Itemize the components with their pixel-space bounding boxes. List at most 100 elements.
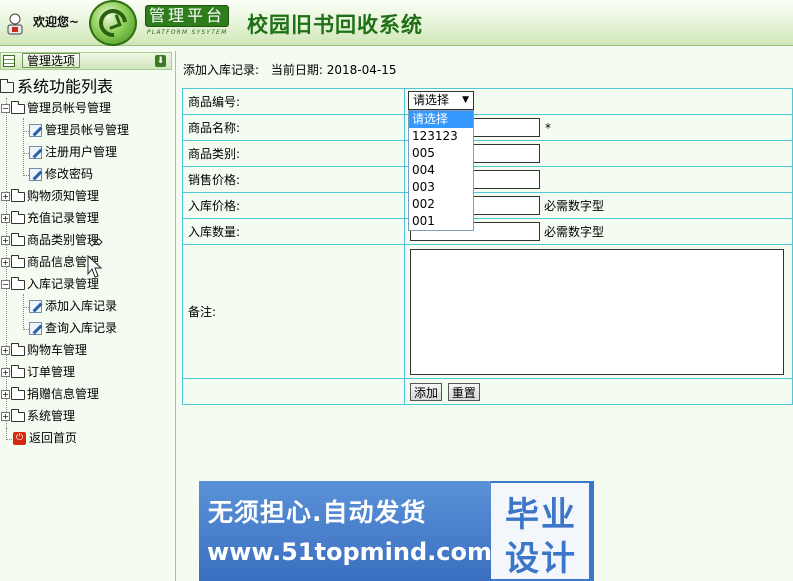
folder-icon: [11, 232, 25, 246]
tree-guide-line: [23, 294, 24, 328]
dropdown-option[interactable]: 003: [409, 179, 473, 196]
quantity-label: 入库数量:: [182, 218, 405, 245]
sidebar-item-system[interactable]: + 系统管理: [1, 406, 75, 426]
product-code-label: 商品编号:: [182, 88, 405, 115]
sidebar-item-label: 订单管理: [27, 365, 76, 379]
sidebar-subitem-label: 查询入库记录: [45, 321, 118, 335]
pencil-icon: [29, 300, 42, 313]
numeric-hint: 必需数字型: [544, 199, 605, 213]
header-bar: 欢迎您~ 管理平台 PLATFORM SYSYTEM 校园旧书回收系统: [0, 0, 793, 46]
form-row-quantity: 入库数量: 必需数字型: [182, 218, 793, 245]
folder-open-icon: [11, 100, 25, 114]
collapse-toggle-icon[interactable]: −: [1, 280, 10, 289]
sidebar-subitem-label: 修改密码: [45, 167, 94, 181]
form-row-in-price: 入库价格: 必需数字型: [182, 192, 793, 219]
banner-big-text: 毕业: [505, 495, 577, 535]
sidebar-item-label: 返回首页: [29, 431, 78, 445]
sidebar-subitem-label: 添加入库记录: [45, 299, 118, 313]
folder-icon: [11, 364, 25, 378]
product-name-label: 商品名称:: [182, 114, 405, 141]
collapse-down-icon[interactable]: ⬇: [155, 55, 166, 67]
sidebar-item-label: 购物须知管理: [27, 189, 100, 203]
folder-icon: [11, 188, 25, 202]
product-code-dropdown-list: 请选择 123123 005 004 003 002 001: [408, 110, 474, 231]
add-button[interactable]: 添加: [410, 382, 443, 401]
dropdown-option[interactable]: 002: [409, 196, 473, 213]
watermark-banner: 无须担心.自动发货 www.51topmind.com 毕业 设计: [199, 481, 594, 581]
sidebar-item-orders[interactable]: + 订单管理: [1, 362, 75, 382]
folder-open-icon: [0, 79, 14, 93]
collapse-toggle-icon[interactable]: −: [1, 104, 10, 113]
sidebar-subitem-add-stock-record[interactable]: 添加入库记录: [29, 296, 117, 316]
sidebar-item-label: 购物车管理: [27, 343, 88, 357]
sidebar-item-label: 管理员帐号管理: [27, 101, 112, 115]
platform-title: 管理平台: [145, 5, 229, 27]
banner-slogan: 无须担心.自动发货: [208, 498, 427, 527]
dropdown-option[interactable]: 001: [409, 213, 473, 230]
form-row-category: 商品类别:: [182, 140, 793, 167]
dropdown-option[interactable]: 004: [409, 162, 473, 179]
pencil-icon: [29, 168, 42, 181]
product-category-label: 商品类别:: [182, 140, 405, 167]
expand-toggle-icon[interactable]: +: [1, 368, 10, 377]
expand-toggle-icon[interactable]: +: [1, 390, 10, 399]
grid-icon: [3, 55, 15, 67]
dropdown-option[interactable]: 请选择: [409, 111, 473, 128]
form-row-sale-price: 销售价格:: [182, 166, 793, 193]
expand-toggle-icon[interactable]: +: [1, 236, 10, 245]
sidebar-subitem-change-password[interactable]: 修改密码: [29, 164, 93, 184]
logo-icon: [89, 0, 137, 46]
folder-icon: [11, 210, 25, 224]
platform-subtitle: PLATFORM SYSYTEM: [147, 29, 228, 36]
sidebar: 管理选项 ⬇ 系统功能列表 − 管理员帐号管理 管理员帐号管理 注册用户管理 修改…: [0, 51, 176, 581]
record-info-line: 添加入库记录: 当前日期: 2018-04-15: [183, 61, 397, 78]
notes-label: 备注:: [182, 244, 405, 379]
reset-button[interactable]: 重置: [447, 382, 480, 401]
dropdown-arrow-icon[interactable]: ▼: [462, 92, 469, 109]
folder-icon: [11, 386, 25, 400]
form-row-code: 商品编号:: [182, 88, 793, 115]
sidebar-item-label: 入库记录管理: [27, 277, 100, 291]
pencil-icon: [29, 124, 42, 137]
folder-icon: [11, 254, 25, 268]
required-mark: *: [545, 120, 551, 135]
date-label: 当前日期:: [270, 63, 323, 77]
sidebar-item-home[interactable]: ⏻ 返回首页: [13, 428, 77, 448]
stock-form-table: 商品编号: 商品名称: * 商品类别: 销售价格: 入库价格: 必需数字型 入库…: [182, 88, 793, 405]
sidebar-subitem-query-stock-records[interactable]: 查询入库记录: [29, 318, 117, 338]
folder-icon: [11, 408, 25, 422]
sidebar-subitem-admin-accounts[interactable]: 管理员帐号管理: [29, 120, 129, 140]
sale-price-label: 销售价格:: [182, 166, 405, 193]
tree-root[interactable]: 系统功能列表: [0, 77, 113, 97]
sidebar-item-recharge-records[interactable]: + 充值记录管理: [1, 208, 99, 228]
sidebar-item-label: 捐赠信息管理: [27, 387, 100, 401]
empty-cell: [182, 378, 405, 405]
tree-guide-line: [23, 118, 24, 174]
expand-toggle-icon[interactable]: +: [1, 258, 10, 267]
form-row-buttons: 添加 重置: [182, 378, 793, 405]
sidebar-item-donations[interactable]: + 捐赠信息管理: [1, 384, 99, 404]
numeric-hint: 必需数字型: [544, 225, 605, 239]
folder-open-icon: [11, 276, 25, 290]
expand-toggle-icon[interactable]: +: [1, 412, 10, 421]
user-icon: [7, 13, 23, 35]
dropdown-option[interactable]: 005: [409, 145, 473, 162]
date-value: 2018-04-15: [326, 63, 397, 77]
select-value: 请选择: [413, 93, 450, 107]
expand-toggle-icon[interactable]: +: [1, 346, 10, 355]
sidebar-item-cart[interactable]: + 购物车管理: [1, 340, 87, 360]
sidebar-header-label[interactable]: 管理选项: [22, 53, 81, 68]
sidebar-item-label: 系统管理: [27, 409, 76, 423]
banner-url: www.51topmind.com: [207, 538, 492, 566]
form-row-name: 商品名称: *: [182, 114, 793, 141]
product-code-select[interactable]: 请选择 ▼: [408, 91, 474, 110]
sidebar-subitem-registered-users[interactable]: 注册用户管理: [29, 142, 117, 162]
dropdown-option[interactable]: 123123: [409, 128, 473, 145]
sidebar-subitem-label: 注册用户管理: [45, 145, 118, 159]
banner-big-text: 设计: [505, 539, 577, 579]
expand-toggle-icon[interactable]: +: [1, 192, 10, 201]
expand-toggle-icon[interactable]: +: [1, 214, 10, 223]
notes-textarea[interactable]: [410, 249, 784, 375]
sidebar-item-shopping-notice[interactable]: + 购物须知管理: [1, 186, 99, 206]
sidebar-item-admin-accounts[interactable]: − 管理员帐号管理: [1, 98, 111, 118]
